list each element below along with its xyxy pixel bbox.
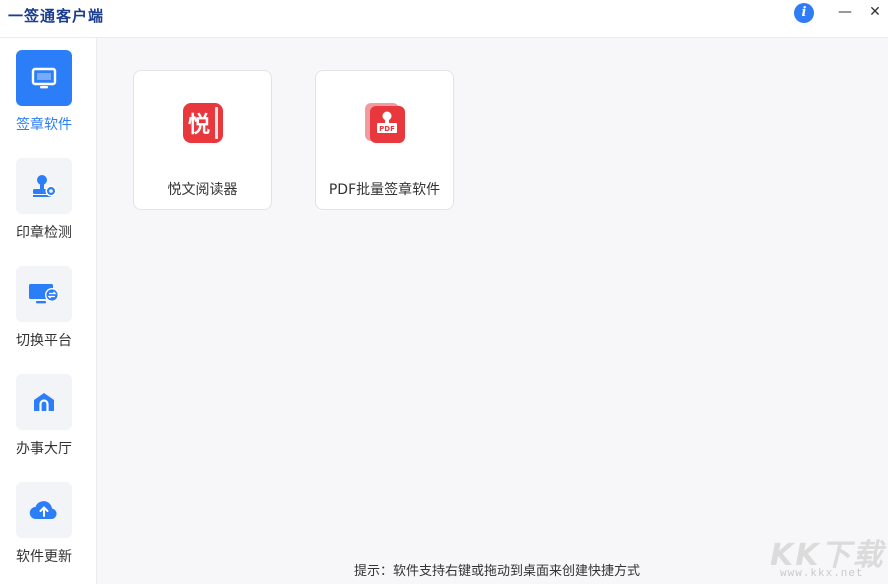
sidebar-item-signing-software[interactable]: 签章软件 [0, 50, 88, 150]
sidebar-tile[interactable] [16, 50, 72, 106]
sidebar-tile[interactable] [16, 158, 72, 214]
info-icon[interactable]: i [794, 3, 814, 23]
watermark-url: www.kkx.net [780, 568, 864, 580]
pdf-batch-sign-icon: PDF [365, 103, 405, 143]
minimize-button[interactable]: — [832, 0, 858, 24]
app-card-label: 悦文阅读器 [167, 182, 238, 198]
app-card-yuewen-reader[interactable]: 悦 悦文阅读器 [133, 70, 272, 210]
sidebar-item-label: 办事大厅 [16, 441, 72, 457]
sidebar-item-service-hall[interactable]: 办事大厅 [0, 374, 88, 474]
app-card-pdf-batch-sign[interactable]: PDF PDF批量签章软件 [315, 70, 454, 210]
yuewen-glyph: 悦 [188, 112, 210, 138]
seal-search-icon [33, 175, 57, 197]
app-card-label: PDF批量签章软件 [328, 182, 441, 198]
app-title: 一签通客户端 [8, 7, 105, 25]
home-icon [34, 393, 54, 411]
close-button[interactable]: ✕ [862, 0, 888, 24]
sidebar-item-seal-check[interactable]: 印章检测 [0, 158, 88, 258]
sidebar-tile[interactable] [16, 374, 72, 430]
cloud-upload-icon [29, 501, 57, 520]
sidebar-tile[interactable] [16, 482, 72, 538]
sidebar-tile[interactable] [16, 266, 72, 322]
sidebar-item-label: 签章软件 [16, 117, 72, 133]
title-bar: 一签通客户端 i — ✕ [0, 0, 888, 38]
sidebar: 签章软件 印章检测 切换平台 办事大厅 软件更新 [0, 38, 97, 584]
sidebar-item-switch-platform[interactable]: 切换平台 [0, 266, 88, 366]
sidebar-item-label: 软件更新 [16, 549, 72, 565]
yuewen-reader-icon: 悦 [183, 103, 223, 143]
sidebar-item-software-update[interactable]: 软件更新 [0, 482, 88, 582]
sidebar-item-label: 印章检测 [16, 225, 72, 241]
pdf-glyph: PDF [379, 125, 395, 133]
sidebar-item-label: 切换平台 [16, 333, 72, 349]
watermark-logo: KK下载 www.kkx.net [770, 530, 888, 584]
monitor-icon [31, 67, 57, 89]
screen-switch-icon [29, 284, 59, 304]
